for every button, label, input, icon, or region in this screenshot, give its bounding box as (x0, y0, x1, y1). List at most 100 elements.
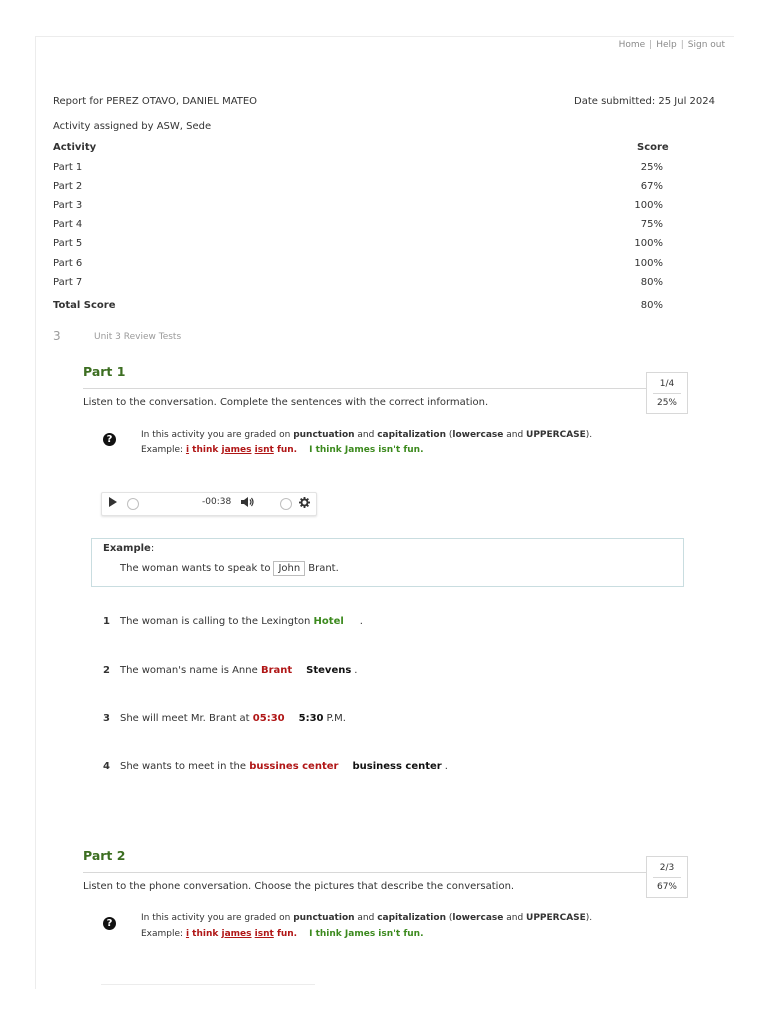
student-answer-wrong: 05:30 (252, 713, 285, 724)
example-pre: The woman wants to speak to (120, 563, 271, 574)
date-submitted: Date submitted: 25 Jul 2024 (574, 96, 715, 107)
question-text: The woman is calling to the Lexington (119, 616, 314, 627)
correct-answer: Stevens (306, 665, 352, 676)
example-box: Example: The woman wants to speak to John… (91, 538, 684, 587)
part2-score-fraction: 2/3 (659, 863, 675, 873)
part1-title: Part 1 (83, 364, 126, 379)
table-row-name: Part 2 (53, 181, 83, 192)
wrong-word: james (221, 929, 252, 939)
correct-answer: business center (352, 761, 442, 772)
example-label: Example: (141, 445, 186, 455)
correct-answer: 5:30 (298, 713, 324, 724)
note-uppercase: UPPERCASE (526, 430, 586, 440)
question-icon: ? (103, 433, 116, 446)
home-link[interactable]: Home (619, 40, 646, 50)
grading-note: In this activity you are graded on punct… (141, 430, 592, 440)
wrong-word: think (189, 445, 222, 455)
student-answer-wrong: bussines center (249, 761, 339, 772)
part1-score-box: 1/4 25% (646, 372, 688, 414)
note-text: and (354, 430, 378, 440)
volume-handle[interactable] (280, 498, 292, 510)
part2-score-box: 2/3 67% (646, 856, 688, 898)
question-end: . (444, 761, 448, 772)
table-row-score: 67% (640, 181, 663, 192)
question-number: 4 (103, 761, 110, 772)
note-punctuation: punctuation (293, 430, 355, 440)
question-end: . (359, 616, 363, 627)
total-score-label: Total Score (53, 300, 116, 311)
note-text: and (503, 913, 527, 923)
example-post: Brant. (308, 563, 339, 574)
unit-title: Unit 3 Review Tests (94, 332, 182, 342)
question-number: 1 (103, 616, 110, 627)
correct-example: I think James isn't fun. (309, 929, 424, 939)
note-lowercase: lowercase (452, 430, 504, 440)
wrong-word: isnt (254, 445, 274, 455)
grading-example: Example: i think james isnt fun. I think … (141, 445, 424, 455)
part2-title: Part 2 (83, 848, 126, 863)
note-uppercase: UPPERCASE (526, 913, 586, 923)
total-score-value: 80% (640, 300, 663, 311)
part1-instruction: Listen to the conversation. Complete the… (83, 397, 489, 408)
part2-instruction: Listen to the phone conversation. Choose… (83, 881, 515, 892)
question-item: 4 She wants to meet in the bussines cente… (103, 761, 448, 772)
example-heading: Example: (103, 543, 154, 554)
nav-separator: | (680, 40, 684, 50)
question-number: 2 (103, 665, 110, 676)
help-link[interactable]: Help (656, 40, 677, 50)
table-row-score: 80% (640, 277, 663, 288)
progress-handle[interactable] (127, 498, 139, 510)
volume-icon[interactable] (240, 496, 254, 511)
audio-player-partial (101, 984, 315, 989)
nav-separator: | (649, 40, 653, 50)
note-text: ). (585, 913, 593, 923)
table-row-name: Part 6 (53, 258, 83, 269)
question-icon: ? (103, 917, 116, 930)
question-item: 3 She will meet Mr. Brant at 05:30 5:30 P.M… (103, 713, 346, 724)
table-row-score: 100% (634, 238, 663, 249)
wrong-word: james (221, 445, 252, 455)
wrong-word: fun. (273, 929, 298, 939)
question-number: 3 (103, 713, 110, 724)
example-sentence: The woman wants to speak to John Brant. (120, 561, 339, 576)
table-row-score: 75% (640, 219, 663, 230)
wrong-word: think (189, 929, 222, 939)
activity-assigned: Activity assigned by ASW, Sede (53, 121, 212, 132)
table-row-score: 25% (640, 162, 663, 173)
table-row-name: Part 3 (53, 200, 83, 211)
column-header-score: Score (637, 142, 669, 153)
top-nav: Home | Help | Sign out (619, 40, 725, 50)
part1-score-fraction: 1/4 (659, 379, 675, 389)
audio-time: -00:38 (202, 497, 232, 507)
audio-player: -00:38 (101, 492, 317, 516)
note-text: In this activity you are graded on (141, 913, 294, 923)
wrong-word: isnt (254, 929, 274, 939)
settings-gear-icon[interactable] (299, 497, 310, 511)
example-label: Example: (141, 929, 186, 939)
note-text: and (503, 430, 527, 440)
wrong-word: fun. (273, 445, 298, 455)
question-text: She wants to meet in the (119, 761, 250, 772)
student-answer-correct: Hotel (313, 616, 344, 627)
part1-score-percent: 25% (656, 398, 677, 408)
note-text: and (354, 913, 378, 923)
question-item: 2 The woman's name is Anne Brant Stevens. (103, 665, 357, 676)
play-icon[interactable] (108, 496, 118, 511)
table-row-score: 100% (634, 200, 663, 211)
part1-divider (83, 388, 646, 389)
table-row-name: Part 4 (53, 219, 83, 230)
part2-score-percent: 67% (656, 882, 677, 892)
sign-out-link[interactable]: Sign out (688, 40, 725, 50)
question-text: The woman's name is Anne (119, 665, 261, 676)
table-row-name: Part 1 (53, 162, 83, 173)
question-end: . (354, 665, 358, 676)
grading-example: Example: i think james isnt fun. I think … (141, 929, 424, 939)
part2-divider (83, 872, 646, 873)
question-item: 1 The woman is calling to the Lexington H… (103, 616, 363, 627)
example-colon: : (150, 543, 155, 554)
note-text: ). (585, 430, 593, 440)
note-punctuation: punctuation (293, 913, 355, 923)
note-lowercase: lowercase (452, 913, 504, 923)
example-answer: John (273, 561, 306, 576)
table-row-score: 100% (634, 258, 663, 269)
